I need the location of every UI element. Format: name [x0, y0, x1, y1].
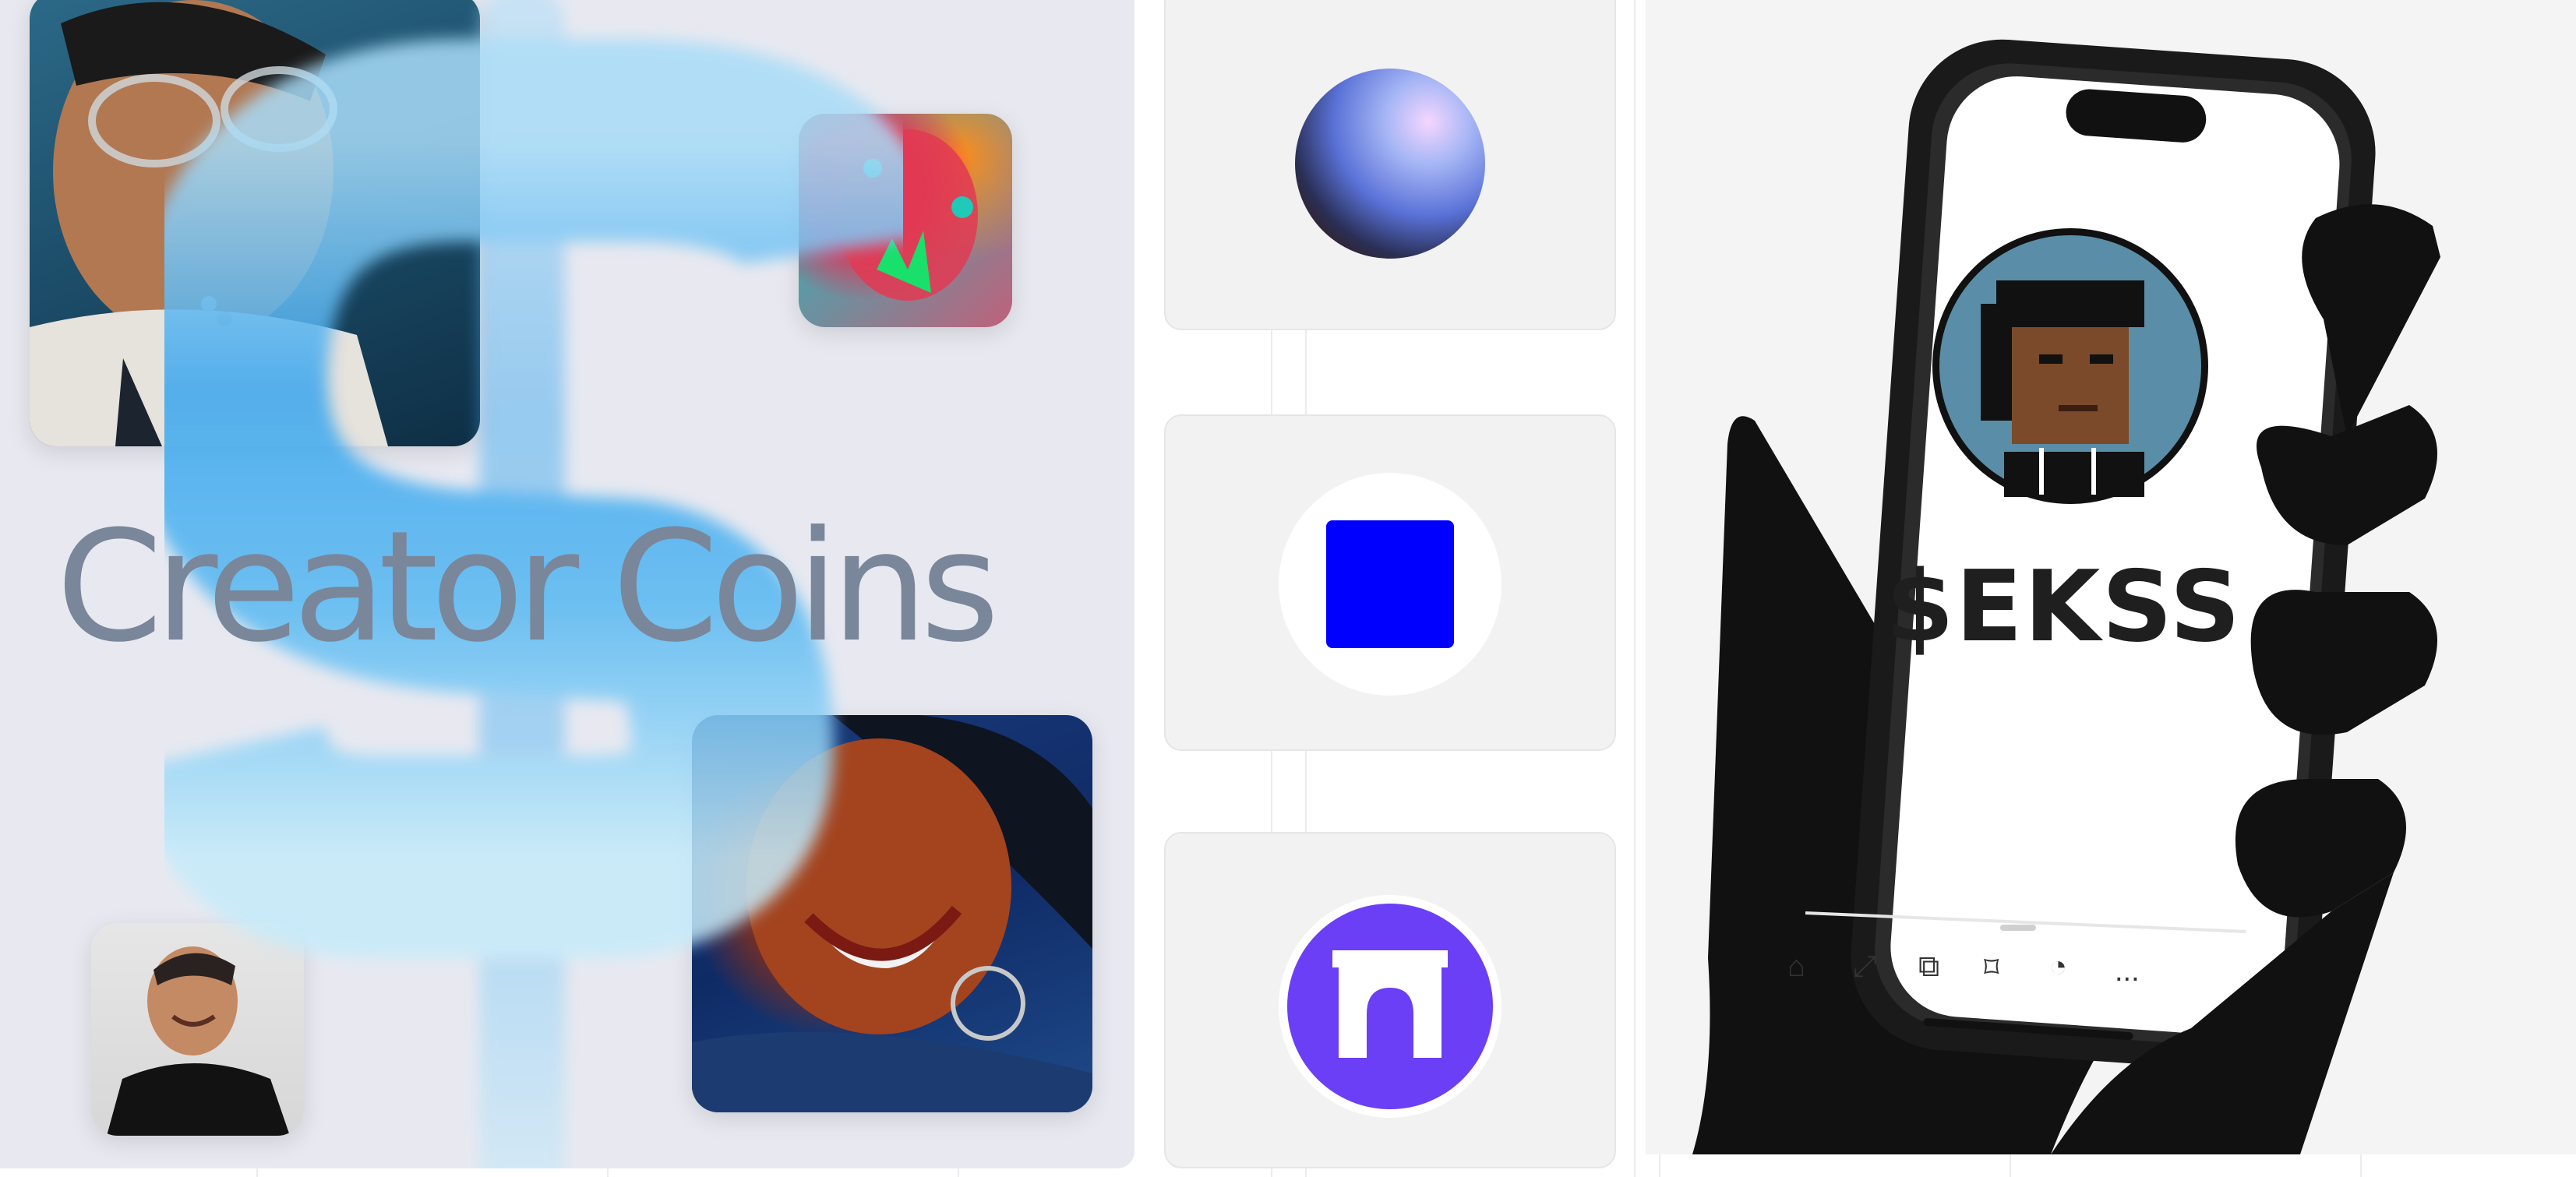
sphere-icon — [1295, 69, 1485, 259]
bell-icon[interactable]: ◔ — [2049, 950, 2067, 984]
more-icon[interactable]: ... — [2115, 955, 2140, 988]
bookmark-icon[interactable]: ⌑ — [1984, 950, 1999, 985]
home-icon[interactable]: ⌂ — [1787, 950, 1805, 984]
arch-icon — [1279, 895, 1501, 1118]
blue-square-icon — [1279, 473, 1501, 696]
creator-coins-panel: Creator Coins — [0, 0, 1134, 1168]
pixel-avatar — [1981, 280, 2144, 497]
coin-card-sphere[interactable] — [1164, 0, 1616, 330]
coin-card-square[interactable] — [1164, 414, 1616, 751]
coin-card-arch[interactable] — [1164, 832, 1616, 1168]
headline-creator-coins: Creator Coins — [56, 499, 1000, 676]
share-icon[interactable]: ⤢ — [1853, 950, 1876, 984]
coin-ticker: $EKSS — [1886, 549, 2243, 664]
copy-icon[interactable]: ⧉ — [1918, 950, 1939, 984]
